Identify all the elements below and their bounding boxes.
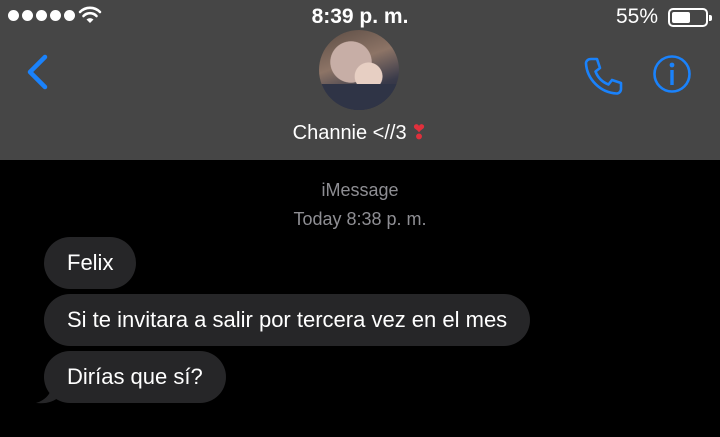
incoming-message-bubble[interactable]: Dirías que sí? — [44, 351, 226, 403]
incoming-message-bubble[interactable]: Felix — [44, 237, 137, 289]
info-icon[interactable] — [652, 54, 692, 99]
contact-name-label: Channie <//3 — [292, 122, 407, 144]
bubble-tail — [34, 383, 60, 410]
message-timestamp: Today 8:38 p. m. — [293, 209, 427, 229]
contact-avatar[interactable] — [319, 30, 399, 110]
chevron-left-icon[interactable] — [24, 54, 50, 95]
heart-exclamation-emoji: ❣ — [410, 122, 428, 144]
service-label: iMessage — [321, 180, 399, 200]
battery-icon — [668, 8, 712, 27]
status-time: 8:39 p. m. — [311, 5, 409, 28]
battery-percentage: 55% — [615, 5, 658, 28]
incoming-message-bubble[interactable]: Si te invitara a salir por tercera vez e… — [44, 294, 531, 346]
status-bar: 8:39 p. m. 55% — [0, 0, 720, 34]
conversation-header: 8:39 p. m. 55% Channie <//3 ❣ — [0, 0, 720, 160]
phone-icon[interactable] — [582, 55, 624, 102]
contact-name[interactable]: Channie <//3 ❣ — [0, 120, 720, 145]
